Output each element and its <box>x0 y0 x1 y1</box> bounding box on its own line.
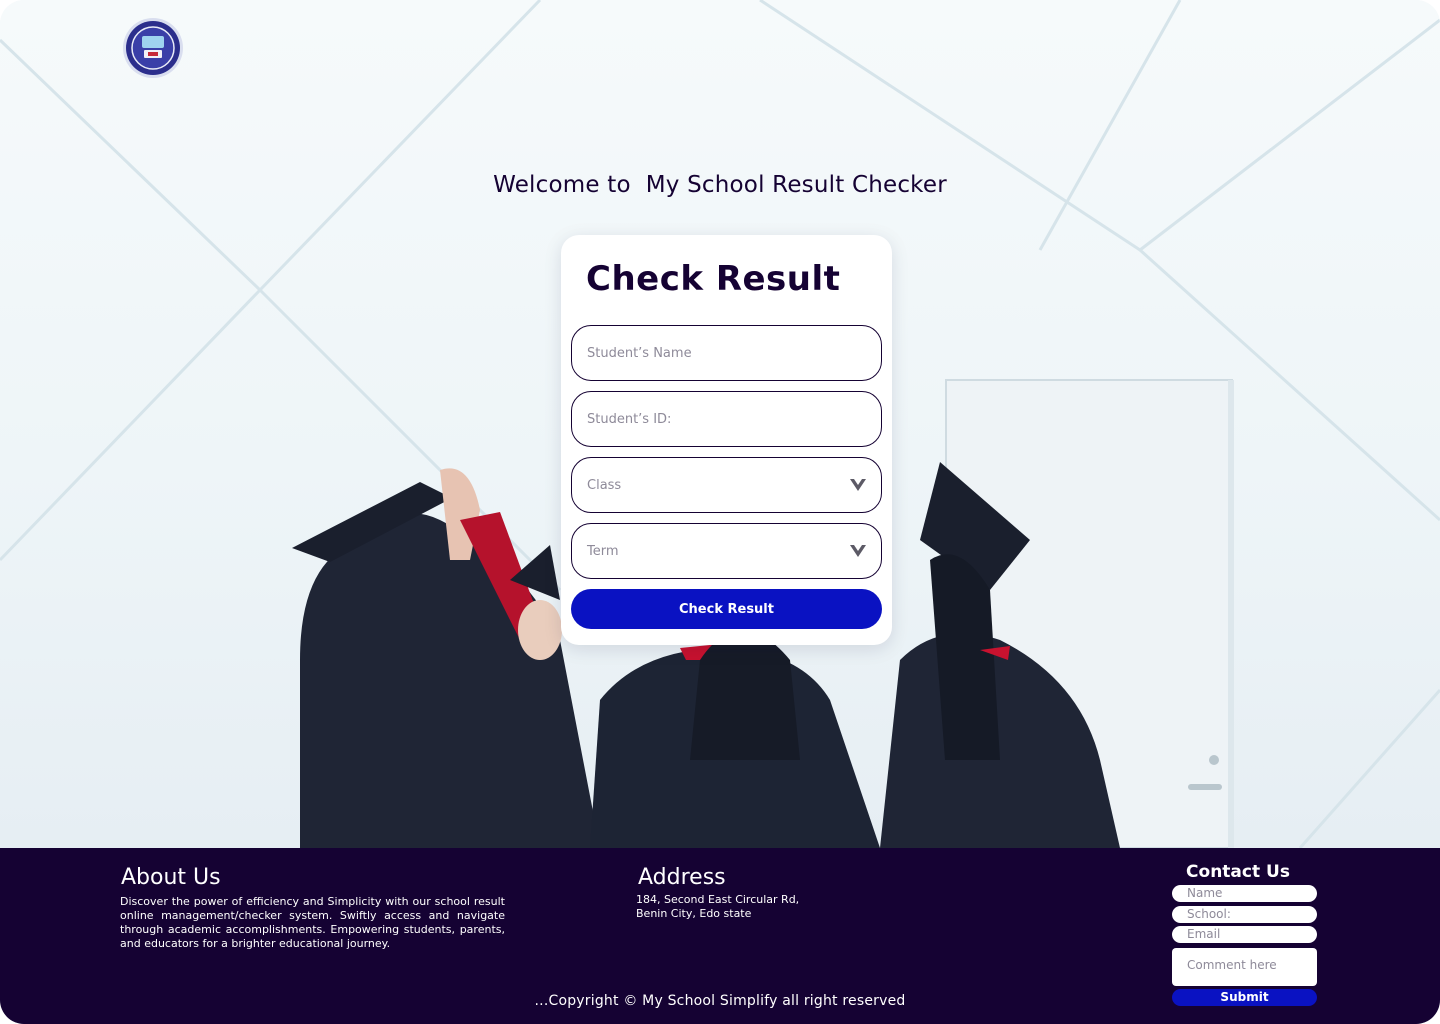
class-select[interactable]: Class <box>571 457 882 513</box>
contact-comment-placeholder: Comment here <box>1187 958 1277 972</box>
about-text: Discover the power of efficiency and Sim… <box>120 895 505 950</box>
contact-school-placeholder: School: <box>1187 907 1231 921</box>
student-name-placeholder: Student’s Name <box>587 345 692 361</box>
card-title: Check Result <box>586 259 841 299</box>
chevron-down-icon <box>850 479 866 491</box>
contact-heading: Contact Us <box>1186 862 1290 882</box>
chevron-down-icon <box>850 545 866 557</box>
student-id-placeholder: Student’s ID: <box>587 411 672 427</box>
contact-school-input[interactable]: School: <box>1172 906 1317 923</box>
school-logo[interactable] <box>120 16 186 80</box>
contact-name-placeholder: Name <box>1187 886 1223 900</box>
class-select-label: Class <box>587 477 622 493</box>
contact-name-input[interactable]: Name <box>1172 885 1317 902</box>
address-line-1: 184, Second East Circular Rd, <box>636 893 800 906</box>
contact-email-input[interactable]: Email <box>1172 926 1317 943</box>
check-result-button[interactable]: Check Result <box>571 589 882 629</box>
check-result-card: Check Result Student’s Name Student’s ID… <box>561 235 892 645</box>
about-heading: About Us <box>121 865 221 890</box>
footer: About Us Discover the power of efficienc… <box>0 848 1440 1024</box>
address-heading: Address <box>638 865 726 890</box>
contact-email-placeholder: Email <box>1187 927 1221 941</box>
term-select-label: Term <box>587 543 619 559</box>
contact-comment-textarea[interactable]: Comment here <box>1172 948 1317 986</box>
student-name-input[interactable]: Student’s Name <box>571 325 882 381</box>
copyright-text: ...Copyright © My School Simplify all ri… <box>534 993 906 1009</box>
school-crest-logo-icon <box>123 18 183 78</box>
page: Welcome to My School Result Checker Chec… <box>0 0 1440 1024</box>
welcome-heading: Welcome to My School Result Checker <box>493 172 947 198</box>
hero-section: Welcome to My School Result Checker Chec… <box>0 0 1440 848</box>
term-select[interactable]: Term <box>571 523 882 579</box>
student-id-input[interactable]: Student’s ID: <box>571 391 882 447</box>
address-line-2: Benin City, Edo state <box>636 907 752 920</box>
